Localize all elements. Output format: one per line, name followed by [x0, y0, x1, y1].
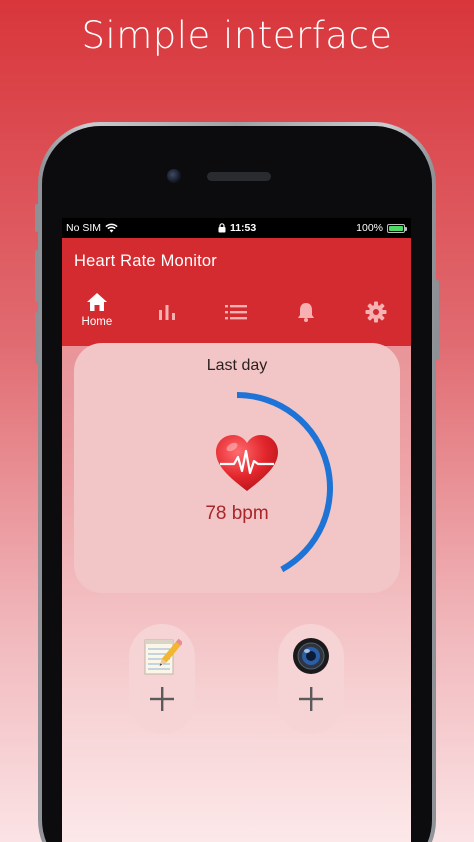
- carrier-label: No SIM: [66, 222, 102, 234]
- battery-icon: [387, 223, 407, 233]
- promo-headline: Simple interface: [81, 14, 393, 57]
- volume-down-button: [35, 312, 39, 364]
- plus-icon: [149, 686, 175, 717]
- heart-icon: [214, 433, 280, 498]
- plus-icon: [298, 686, 324, 717]
- manual-entry-button[interactable]: [129, 624, 195, 734]
- phone-screen: No SIM 11:53 100% Heart Rate Monitor Hom…: [62, 218, 411, 842]
- tab-bar: Home: [62, 290, 411, 332]
- list-icon: [225, 305, 248, 320]
- home-icon: [86, 293, 107, 311]
- tab-settings[interactable]: [341, 290, 411, 332]
- wifi-icon: [105, 223, 118, 233]
- lock-icon: [218, 223, 226, 233]
- battery-percent: 100%: [356, 222, 383, 234]
- bar-chart-icon: [158, 305, 175, 320]
- earpiece-speaker: [207, 172, 271, 181]
- tab-reminders[interactable]: [271, 290, 341, 332]
- app-title: Heart Rate Monitor: [74, 252, 217, 270]
- front-camera: [167, 169, 181, 183]
- summary-card[interactable]: Last day 78 bpm: [74, 343, 400, 593]
- camera-lens-icon: [291, 636, 331, 676]
- bell-icon: [298, 303, 315, 322]
- gear-icon: [365, 301, 387, 323]
- tab-home[interactable]: Home: [62, 290, 132, 332]
- tab-statistics[interactable]: [132, 290, 202, 332]
- volume-up-button: [35, 250, 39, 302]
- status-bar: No SIM 11:53 100%: [62, 218, 411, 238]
- clock: 11:53: [229, 222, 257, 234]
- mute-switch: [35, 204, 39, 232]
- power-button: [435, 280, 439, 360]
- app-bar: Heart Rate Monitor Home: [62, 238, 411, 346]
- camera-measure-button[interactable]: [278, 624, 344, 734]
- tab-history[interactable]: [202, 290, 272, 332]
- notepad-pencil-icon: [142, 636, 182, 676]
- bpm-value: 78 bpm: [205, 503, 269, 524]
- tab-home-label: Home: [81, 316, 113, 328]
